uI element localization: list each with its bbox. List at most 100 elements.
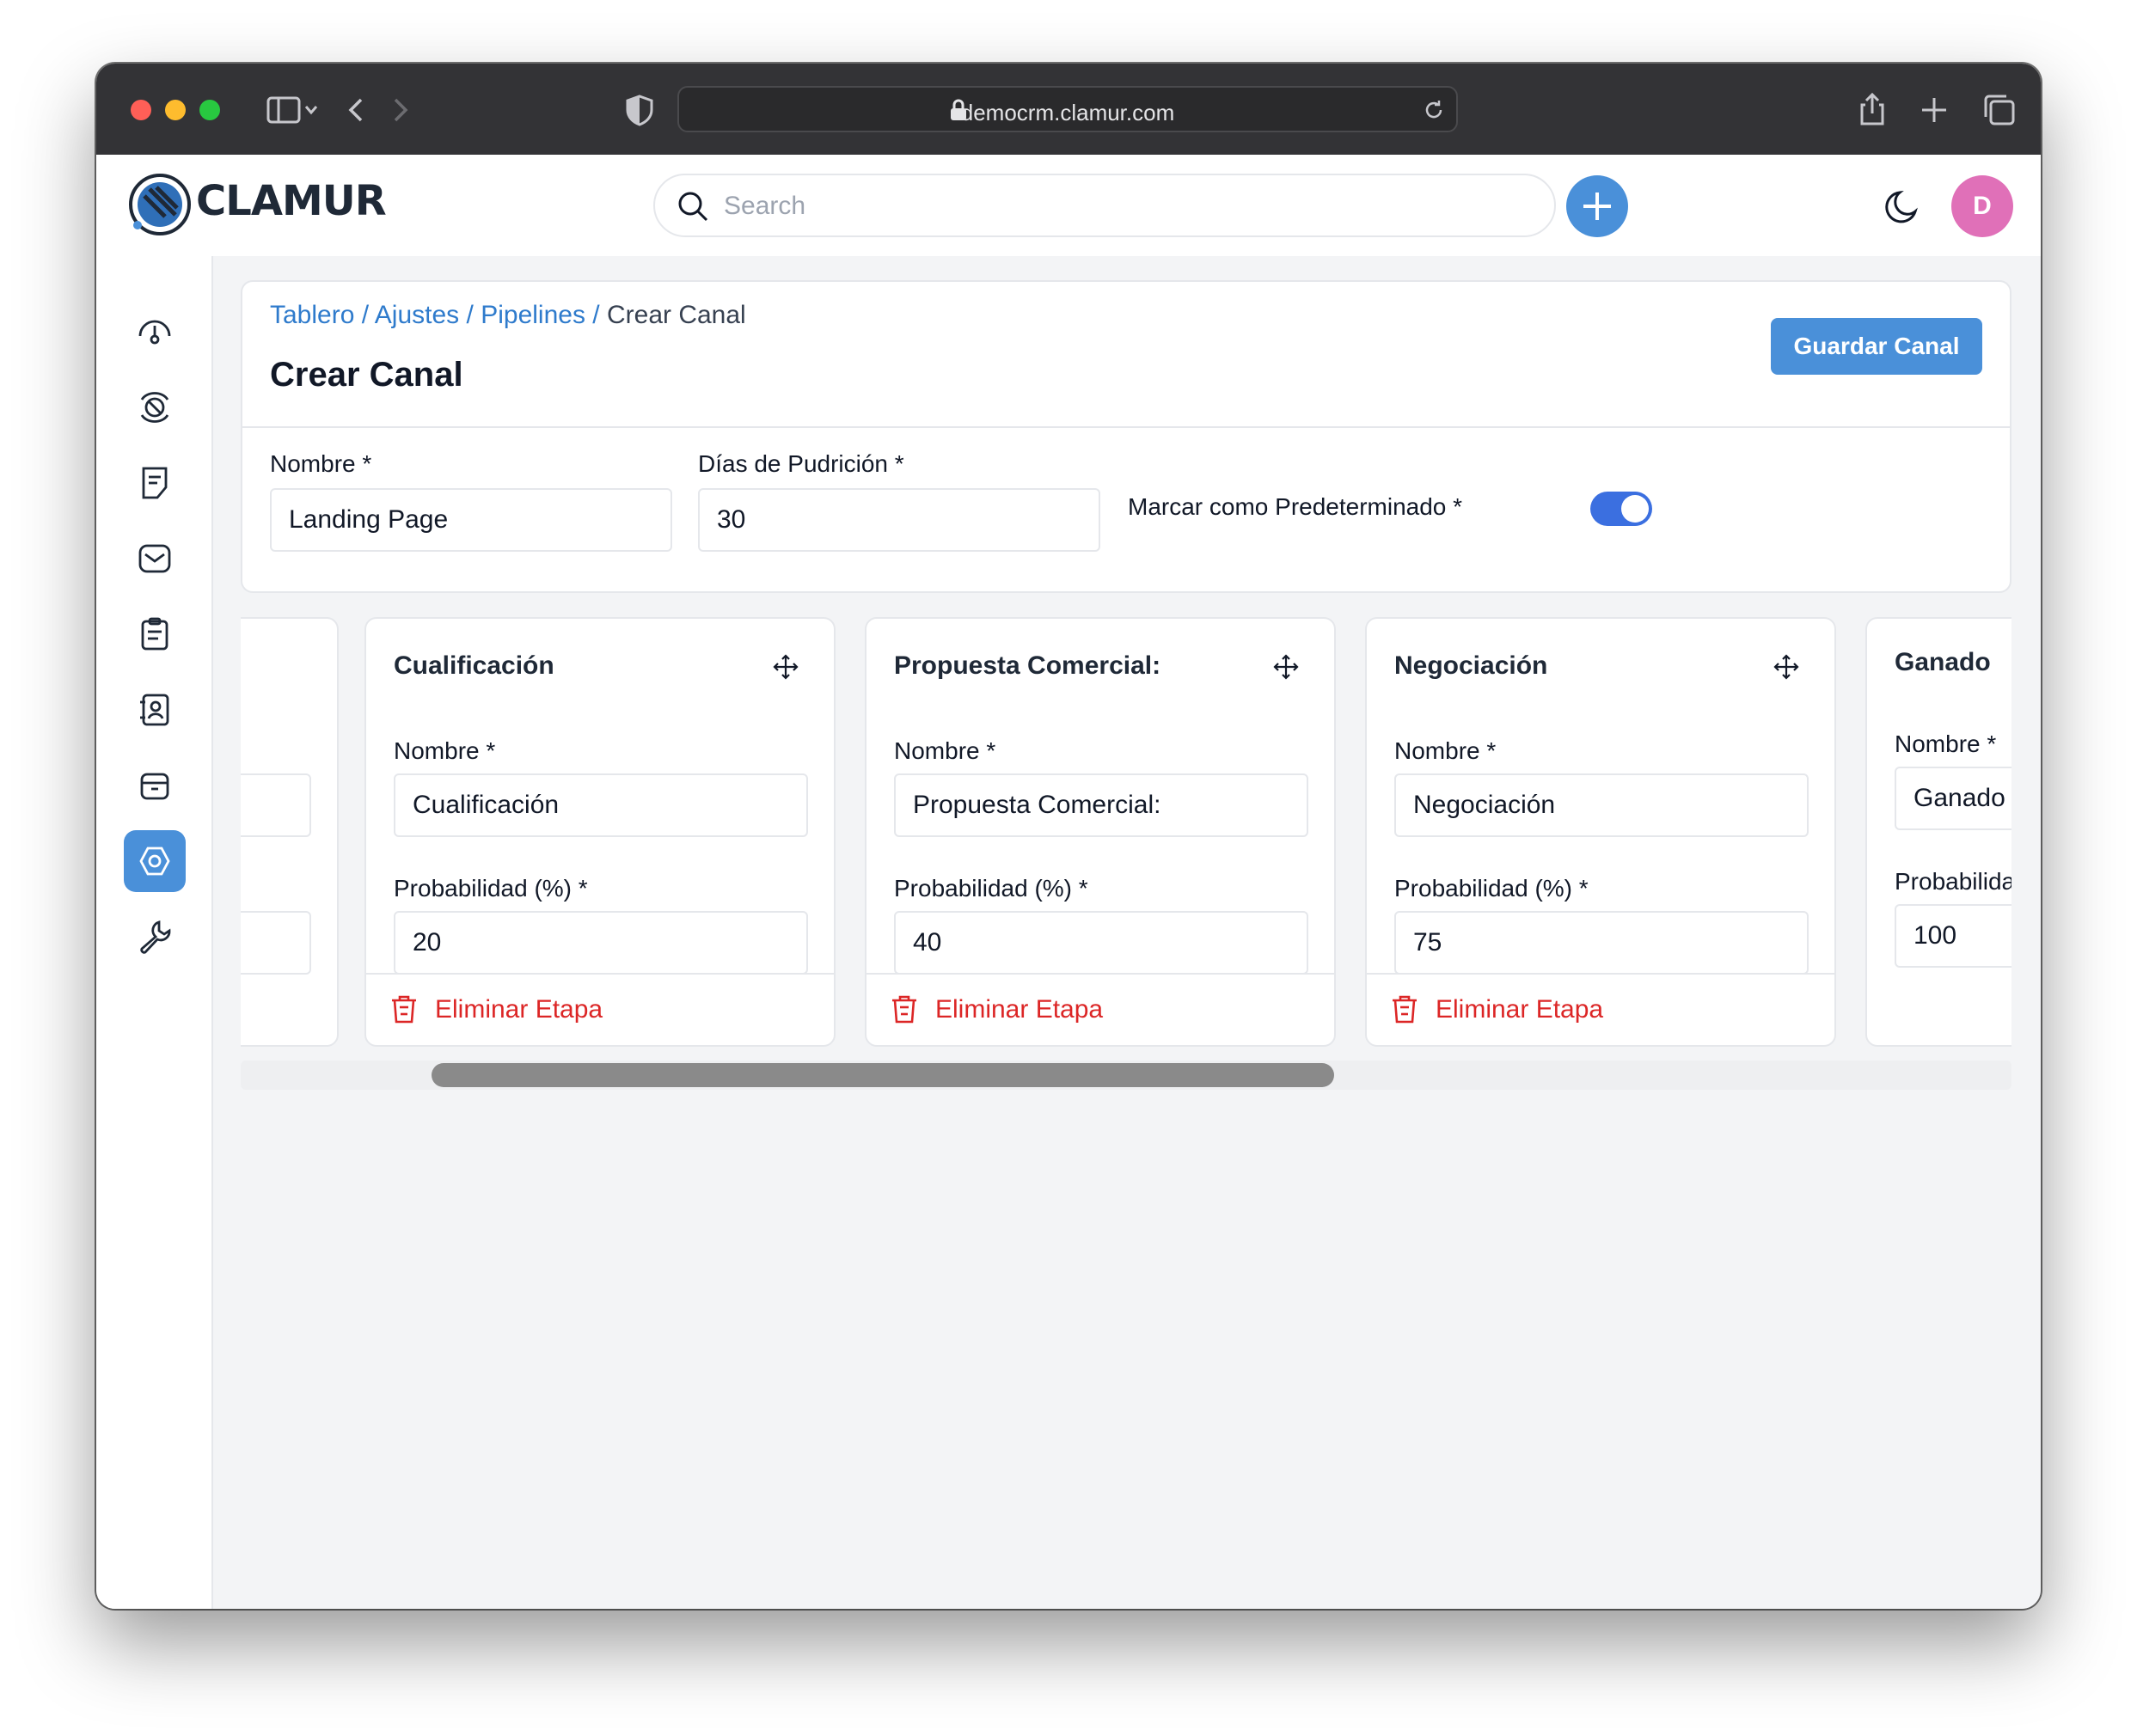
save-pipeline-button[interactable]: Guardar Canal (1771, 318, 1982, 375)
new-tab-icon[interactable] (1914, 89, 1955, 131)
stage-card: Ganado Nombre * Probabilidad (%) * (1865, 617, 2011, 1047)
stage-probability-input[interactable] (394, 911, 808, 975)
quotes-note-icon (142, 467, 168, 499)
logo-wordmark[interactable]: CLAMUR (196, 177, 387, 225)
pipeline-form-card: Tablero / Ajustes / Pipelines / Crear Ca… (241, 280, 2011, 593)
horizontal-scrollbar[interactable] (241, 1061, 2011, 1090)
share-icon[interactable] (1852, 89, 1893, 131)
rotten-days-input[interactable] (698, 488, 1100, 552)
search-bar[interactable] (653, 174, 1556, 237)
delete-stage-button[interactable]: Eliminar Etapa (1367, 973, 1834, 1045)
privacy-shield-icon[interactable] (619, 89, 660, 131)
products-archive-icon (140, 773, 169, 800)
toggle-knob (1621, 495, 1649, 523)
leads-filter-icon (140, 392, 169, 423)
app-header: CLAMUR D (96, 155, 2041, 256)
stage-name-input[interactable] (394, 773, 808, 837)
dashboard-gauge-icon (138, 320, 171, 345)
sidebar-item-configuration[interactable] (124, 906, 186, 968)
trash-icon (1393, 995, 1417, 1024)
default-toggle-label: Marcar como Predeterminado * (1128, 493, 1463, 520)
breadcrumb-current: Crear Canal (606, 301, 746, 329)
clamur-logo-icon[interactable] (127, 172, 193, 237)
breadcrumb-link-tablero[interactable]: Tablero (270, 301, 354, 329)
stage-probability-input[interactable] (241, 911, 311, 975)
stage-name-input[interactable] (1394, 773, 1809, 837)
stage-probability-label: Probabilidad (%) * (394, 875, 588, 902)
configuration-wrench-icon (140, 920, 171, 954)
activities-clipboard-icon (141, 617, 168, 651)
delete-stage-label: Eliminar Etapa (1436, 995, 1604, 1024)
divider (242, 426, 2010, 428)
delete-stage-button[interactable]: Eliminar Etapa (866, 973, 1334, 1045)
sidebar-item-mail[interactable] (124, 528, 186, 590)
page-title: Crear Canal (270, 356, 463, 394)
sidebar-toggle-icon[interactable] (263, 89, 304, 131)
sidebar-item-contacts[interactable] (124, 679, 186, 741)
stage-probability-label: Probabilidad (%) * (1895, 868, 2011, 895)
sidebar-item-products[interactable] (124, 755, 186, 816)
search-icon (678, 192, 708, 222)
back-arrow-icon[interactable] (337, 89, 378, 131)
search-input[interactable] (722, 184, 1499, 229)
move-drag-icon[interactable] (1272, 653, 1300, 681)
breadcrumb: Tablero / Ajustes / Pipelines / Crear Ca… (270, 301, 746, 330)
breadcrumb-link-pipelines[interactable]: Pipelines (481, 301, 585, 329)
user-avatar[interactable]: D (1951, 175, 2013, 237)
move-drag-icon[interactable] (772, 653, 799, 681)
stage-probability-input[interactable] (894, 911, 1308, 975)
mail-inbox-icon (138, 544, 171, 573)
stage-name-input[interactable] (894, 773, 1308, 837)
name-input[interactable] (270, 488, 672, 552)
browser-window: democrm.clamur.com CLAMUR Search D Table… (96, 64, 2041, 1609)
sidebar-nav (96, 256, 213, 1609)
breadcrumb-link-ajustes[interactable]: Ajustes (375, 301, 459, 329)
stage-name-label: Nombre * (394, 737, 496, 764)
move-drag-icon[interactable] (1773, 653, 1800, 681)
stage-name-label: Nombre * (1895, 730, 1997, 757)
name-field-label: Nombre * (270, 450, 372, 477)
reload-icon[interactable] (1422, 98, 1446, 122)
maximize-window-button[interactable] (199, 100, 220, 120)
breadcrumb-separator: / (466, 301, 474, 329)
delete-stage-label: Eliminar Etapa (935, 995, 1104, 1024)
stages-scroll-area[interactable]: Cualificación Nombre * Probabilidad (%) … (241, 617, 2011, 1047)
stage-name-label: Nombre * (1394, 737, 1497, 764)
stage-name-label: Nombre * (894, 737, 996, 764)
close-window-button[interactable] (131, 100, 151, 120)
plus-icon (1583, 193, 1611, 220)
scrollbar-thumb[interactable] (432, 1063, 1334, 1087)
sidebar-item-settings[interactable] (124, 830, 186, 892)
quick-create-button[interactable] (1566, 175, 1628, 237)
trash-icon (892, 995, 916, 1024)
default-toggle-switch[interactable] (1590, 492, 1652, 526)
forward-arrow-icon[interactable] (378, 89, 419, 131)
chevron-down-icon[interactable] (299, 89, 323, 131)
sidebar-item-leads[interactable] (124, 376, 186, 438)
stage-card: Propuesta Comercial: Nombre * Probabilid… (865, 617, 1336, 1047)
address-bar[interactable]: democrm.clamur.com (677, 86, 1458, 132)
stage-name-input[interactable] (241, 773, 311, 837)
stage-card: Negociación Nombre * Probabilidad (%) * … (1365, 617, 1836, 1047)
stage-title: Cualificación (394, 651, 554, 680)
main-content: Tablero / Ajustes / Pipelines / Crear Ca… (213, 256, 2041, 1609)
contacts-book-icon (140, 694, 169, 726)
stage-card: Cualificación Nombre * Probabilidad (%) … (364, 617, 836, 1047)
sidebar-item-quotes[interactable] (124, 452, 186, 514)
breadcrumb-separator: / (361, 301, 370, 329)
browser-toolbar: democrm.clamur.com (96, 64, 2041, 156)
url-text: democrm.clamur.com (960, 100, 1175, 125)
breadcrumb-separator: / (592, 301, 600, 329)
delete-stage-button[interactable]: Eliminar Etapa (366, 973, 834, 1045)
minimize-window-button[interactable] (165, 100, 186, 120)
delete-stage-label: Eliminar Etapa (435, 995, 603, 1024)
stage-probability-label: Probabilidad (%) * (1394, 875, 1589, 902)
stage-probability-input[interactable] (1394, 911, 1809, 975)
rotten-days-field-label: Días de Pudrición * (698, 450, 904, 477)
stage-name-input[interactable] (1895, 767, 2011, 830)
tab-overview-icon[interactable] (1979, 89, 2020, 131)
dark-mode-moon-icon[interactable] (1881, 186, 1924, 229)
sidebar-item-dashboard[interactable] (124, 301, 186, 363)
stage-probability-input[interactable] (1895, 904, 2011, 968)
sidebar-item-activities[interactable] (124, 603, 186, 665)
